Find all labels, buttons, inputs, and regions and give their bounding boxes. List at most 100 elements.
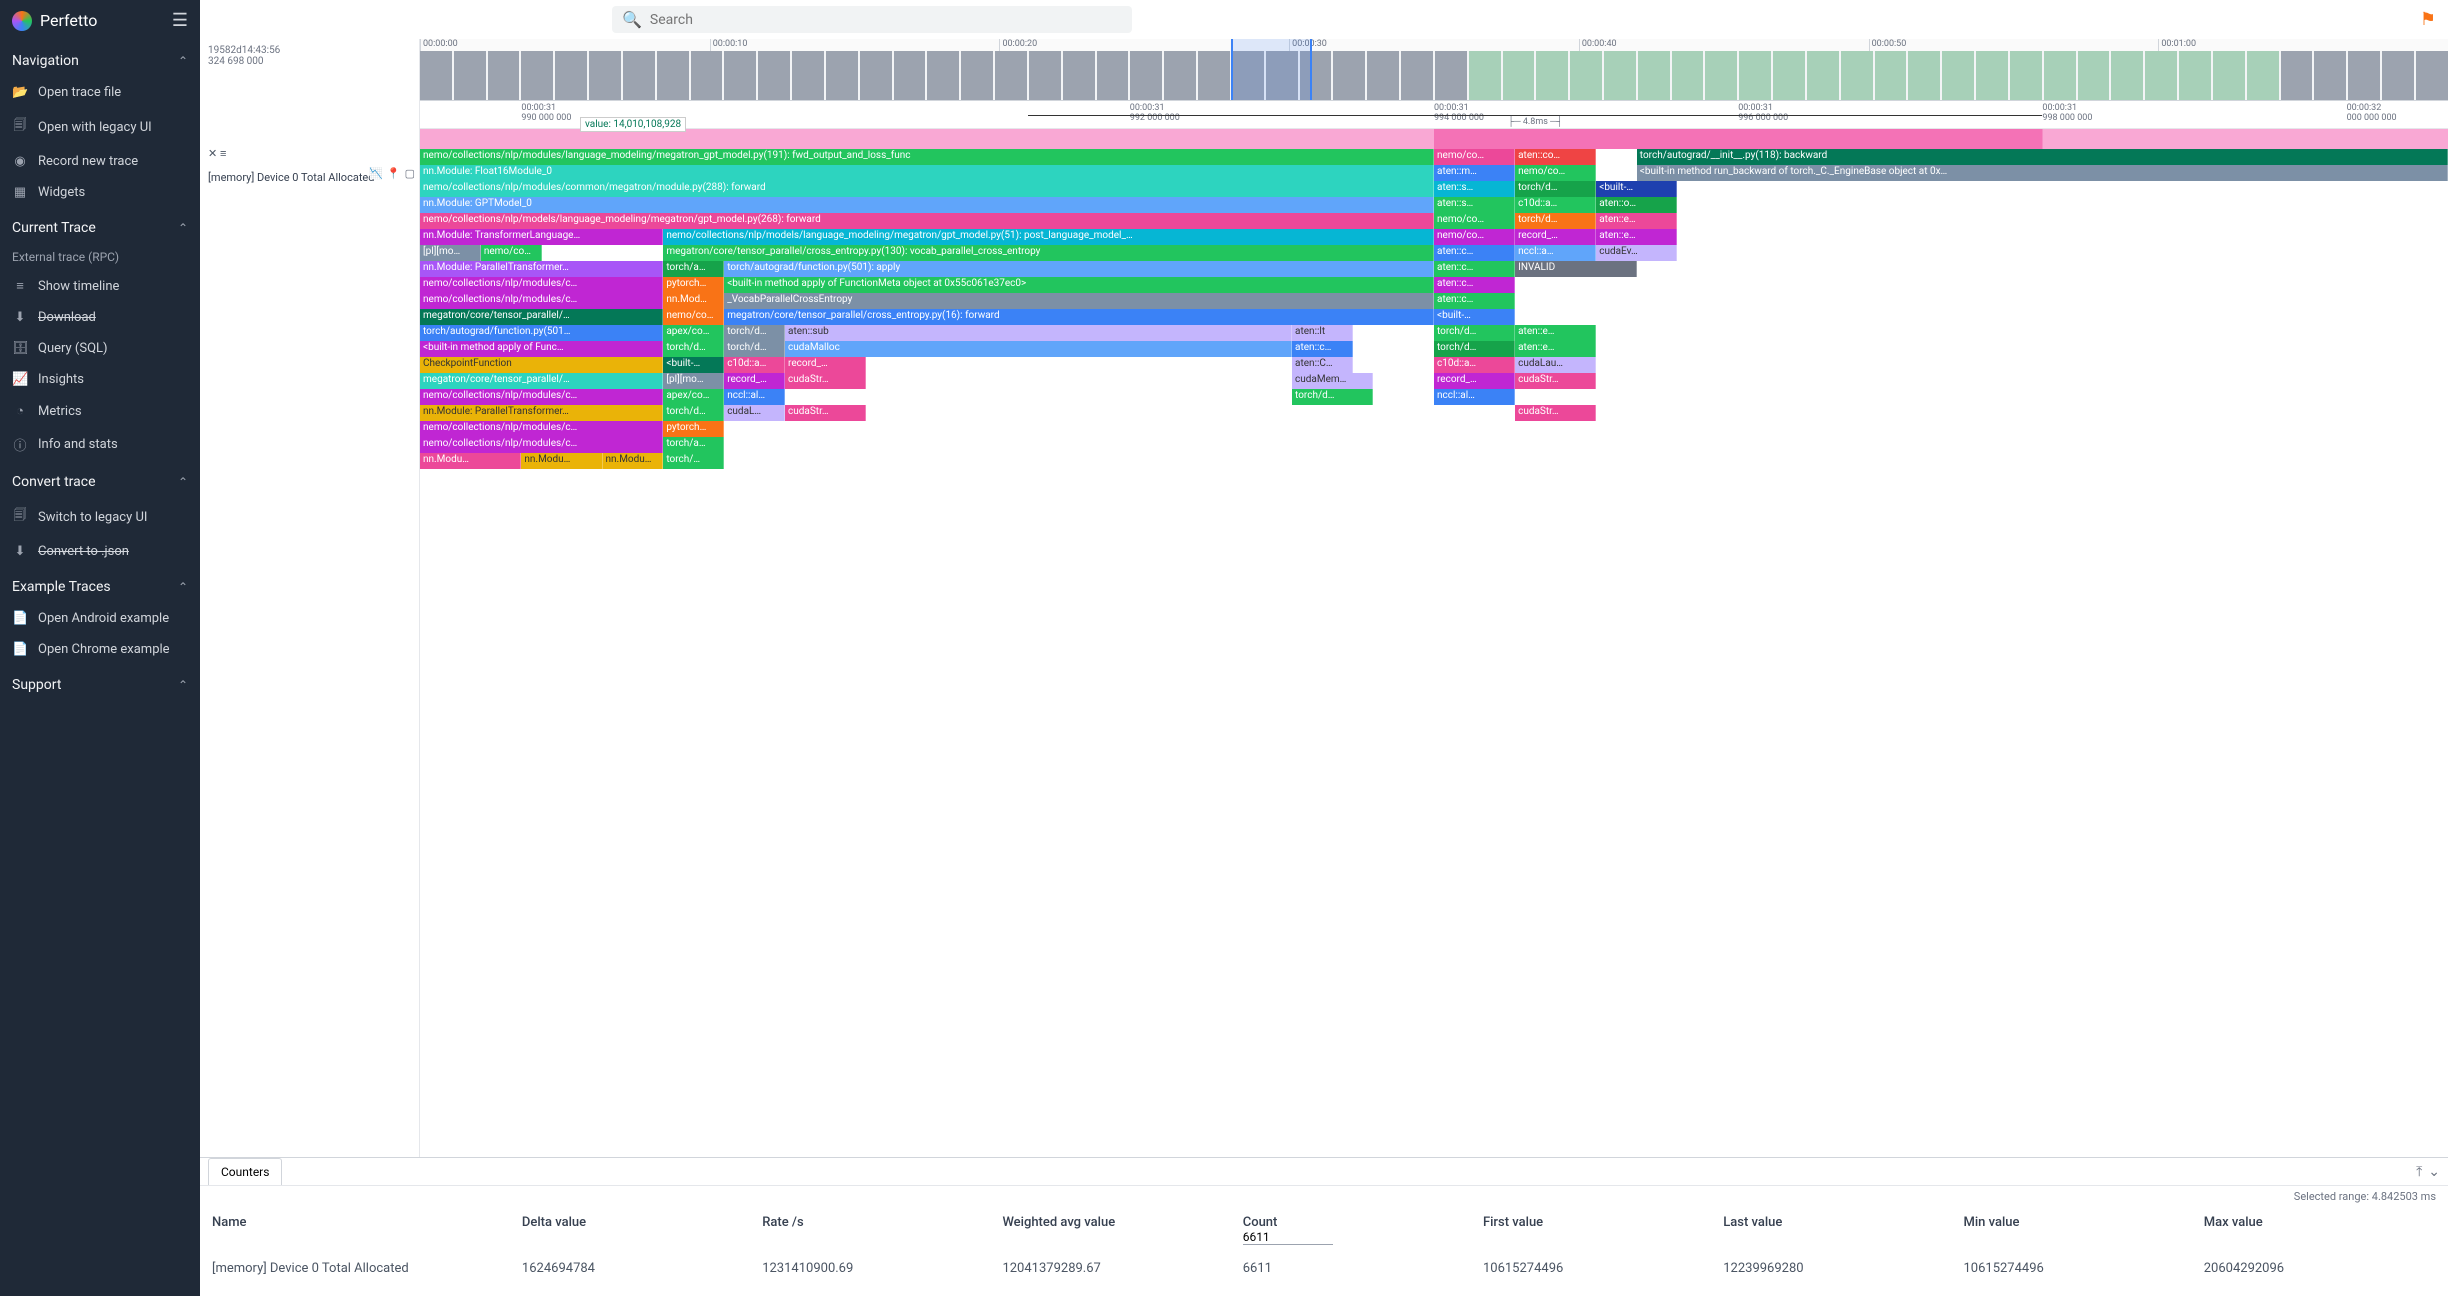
search-box[interactable]: 🔍	[612, 6, 1132, 33]
search-input[interactable]	[650, 12, 1122, 28]
open-trace-file[interactable]: 📂Open trace file	[0, 77, 200, 108]
pin-icon[interactable]: 📍	[387, 167, 401, 180]
flame-slice[interactable]: megatron/core/tensor_parallel/cross_entr…	[724, 309, 1434, 325]
flame-slice[interactable]: nemo/collections/nlp/modules/c…	[420, 293, 663, 309]
switch-legacy[interactable]: 🗐Switch to legacy UI	[0, 498, 200, 536]
flame-slice[interactable]: torch/d…	[1434, 325, 1515, 341]
panel-up-icon[interactable]: ⤒	[2416, 1164, 2422, 1180]
flame-slice[interactable]: c10d::a…	[1515, 197, 1596, 213]
info-stats[interactable]: ⓘInfo and stats	[0, 427, 200, 462]
flame-slice[interactable]: megatron/core/tensor_parallel/…	[420, 373, 663, 389]
flame-slice[interactable]: aten::C…	[1292, 357, 1353, 373]
section-header[interactable]: Navigation⌃	[0, 41, 200, 77]
flame-slice[interactable]: _VocabParallelCrossEntropy	[724, 293, 1434, 309]
track-name[interactable]: [memory] Device 0 Total Allocated	[200, 167, 382, 188]
flame-slice[interactable]: nemo/collections/nlp/modules/c…	[420, 437, 663, 453]
tab-counters[interactable]: Counters	[208, 1158, 282, 1185]
expand-icon[interactable]: ▢	[405, 167, 415, 180]
flame-slice[interactable]: aten::e…	[1596, 213, 1677, 229]
flame-slice[interactable]: aten::lt	[1292, 325, 1353, 341]
flame-slice[interactable]: nn.Module: ParallelTransformer…	[420, 405, 663, 421]
flame-slice[interactable]: torch/…	[663, 453, 724, 469]
flame-slice[interactable]: nemo/collections/nlp/modules/c…	[420, 421, 663, 437]
flame-slice[interactable]: megatron/core/tensor_parallel/…	[420, 309, 663, 325]
column-header[interactable]: Rate /s	[762, 1215, 994, 1245]
flame-slice[interactable]: <built-in method apply of Func…	[420, 341, 663, 357]
flame-slice[interactable]: nemo/co…	[1434, 213, 1515, 229]
flame-slice[interactable]: nemo/collections/nlp/modules/c…	[420, 277, 663, 293]
flame-slice[interactable]: apex/co…	[663, 325, 724, 341]
tracks-canvas[interactable]: 00:00:0000:00:1000:00:2000:00:3000:00:40…	[420, 39, 2448, 1157]
show-timeline[interactable]: ≡Show timeline	[0, 270, 200, 302]
flame-slice[interactable]: nccl::al…	[724, 389, 785, 405]
flame-slice[interactable]: <built-in method apply of FunctionMeta o…	[724, 277, 1434, 293]
flame-slice[interactable]: torch/d…	[663, 341, 724, 357]
widgets[interactable]: ▦Widgets	[0, 177, 200, 208]
flame-slice[interactable]: aten::o…	[1596, 197, 1677, 213]
flame-slice[interactable]: pytorch…	[663, 277, 724, 293]
flame-slice[interactable]: <built-in method run_backward of torch._…	[1637, 165, 2448, 181]
flame-slice[interactable]: torch/a…	[663, 437, 724, 453]
flame-slice[interactable]: nn.Modu…	[521, 453, 602, 469]
flame-slice[interactable]: cudaStr…	[1515, 373, 1596, 389]
column-header[interactable]: Weighted avg value	[1002, 1215, 1234, 1245]
flame-slice[interactable]: cudaMem…	[1292, 373, 1373, 389]
flame-slice[interactable]: CheckpointFunction	[420, 357, 663, 373]
flame-slice[interactable]: torch/d…	[663, 405, 724, 421]
count-filter-input[interactable]	[1243, 1230, 1333, 1245]
flame-slice[interactable]: nn.Module: TransformerLanguage…	[420, 229, 663, 245]
flame-slice[interactable]: record_…	[724, 373, 785, 389]
column-header[interactable]: Delta value	[522, 1215, 754, 1245]
flame-slice[interactable]: torch/d…	[1434, 341, 1515, 357]
flame-slice[interactable]: c10d::a…	[1434, 357, 1515, 373]
flame-slice[interactable]: aten::c…	[1434, 261, 1515, 277]
flame-slice[interactable]: <built-…	[663, 357, 724, 373]
column-header[interactable]: Min value	[1963, 1215, 2195, 1245]
flame-slice[interactable]: <built-…	[1434, 309, 1515, 325]
flame-slice[interactable]: INVALID	[1515, 261, 1637, 277]
flame-slice[interactable]: aten::c…	[1292, 341, 1353, 357]
flame-slice[interactable]: record_…	[1515, 229, 1596, 245]
record-new-trace[interactable]: ◉Record new trace	[0, 146, 200, 177]
flame-slice[interactable]: <built-…	[1596, 181, 1677, 197]
flame-slice[interactable]: torch/autograd/function.py(501): apply	[724, 261, 1434, 277]
flame-slice[interactable]: pytorch…	[663, 421, 724, 437]
flame-slice[interactable]: record_…	[785, 357, 866, 373]
section-header[interactable]: Convert trace⌃	[0, 462, 200, 498]
flame-slice[interactable]: nccl::a…	[1515, 245, 1596, 261]
flame-slice[interactable]: apex/co…	[663, 389, 724, 405]
convert-json[interactable]: ⬇Convert to .json	[0, 536, 200, 567]
flame-slice[interactable]: cudaStr…	[785, 373, 866, 389]
flame-slice[interactable]: aten::e…	[1515, 341, 1596, 357]
flame-slice[interactable]: nemo/collections/nlp/modules/common/mega…	[420, 181, 1434, 197]
memory-counter-track[interactable]: value: 14,010,108,928	[420, 129, 2448, 149]
section-header[interactable]: Example Traces⌃	[0, 567, 200, 603]
column-header[interactable]: First value	[1483, 1215, 1715, 1245]
overview-selection[interactable]	[1231, 39, 1312, 100]
chart-type-icon[interactable]: 📉	[369, 167, 383, 180]
column-header[interactable]: Max value	[2204, 1215, 2436, 1245]
time-axis[interactable]: 00:00:31990 000 00000:00:31992 000 00000…	[420, 101, 2448, 129]
metrics[interactable]: ◔Metrics	[0, 395, 200, 427]
flame-slice[interactable]: torch/d…	[1292, 389, 1373, 405]
flame-slice[interactable]: aten::s…	[1434, 181, 1515, 197]
track-collapse-controls[interactable]: ✕ ≡	[208, 147, 226, 160]
flame-slice[interactable]: cudaL…	[724, 405, 785, 421]
table-row[interactable]: [memory] Device 0 Total Allocated 162469…	[212, 1253, 2436, 1284]
flame-slice[interactable]: aten::c…	[1434, 277, 1515, 293]
insights[interactable]: 📈Insights	[0, 364, 200, 395]
column-header[interactable]: Count	[1243, 1215, 1475, 1245]
flame-slice[interactable]: [pl][mo…	[663, 373, 724, 389]
flame-slice[interactable]: nemo/collections/nlp/models/language_mod…	[420, 213, 1434, 229]
panel-collapse-icon[interactable]: ⌄	[2428, 1164, 2440, 1180]
flame-graph[interactable]: nemo/collections/nlp/modules/language_mo…	[420, 149, 2448, 469]
flame-slice[interactable]: cudaMalloc	[785, 341, 1292, 357]
flame-slice[interactable]: nn.Module: ParallelTransformer…	[420, 261, 663, 277]
flame-slice[interactable]: cudaEv…	[1596, 245, 1677, 261]
flag-icon[interactable]: ⚑	[2420, 9, 2436, 30]
flame-slice[interactable]: aten::m…	[1434, 165, 1515, 181]
flame-slice[interactable]: aten::e…	[1596, 229, 1677, 245]
column-header[interactable]: Name	[212, 1215, 514, 1245]
flame-slice[interactable]: cudaLau…	[1515, 357, 1596, 373]
flame-slice[interactable]: nn.Module: Float16Module_0	[420, 165, 1434, 181]
